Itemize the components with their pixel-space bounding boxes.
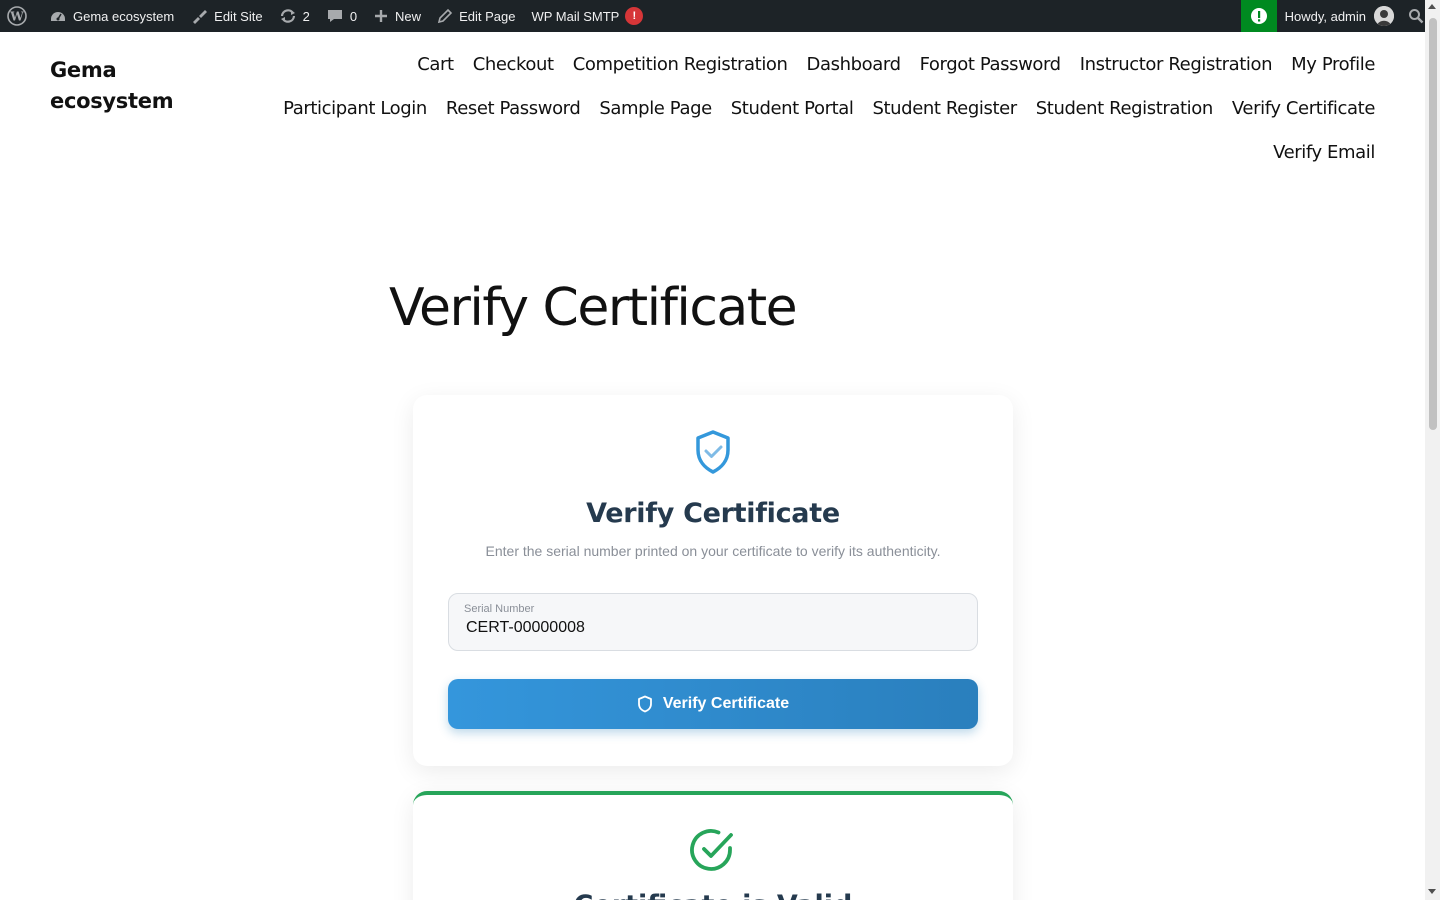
site-title[interactable]: Gema ecosystem [50, 55, 190, 117]
smtp-alert-badge: ! [625, 7, 644, 25]
page-scrollbar[interactable] [1425, 0, 1440, 900]
edit-site-link[interactable]: Edit Site [182, 0, 270, 32]
nav-item-instructor-registration[interactable]: Instructor Registration [1080, 48, 1273, 92]
brush-icon [193, 10, 208, 24]
new-content-link[interactable]: New [365, 0, 429, 32]
serial-number-field[interactable]: Serial Number [448, 593, 978, 651]
nav-item-student-registration[interactable]: Student Registration [1036, 92, 1214, 136]
nav-item-dashboard[interactable]: Dashboard [807, 48, 901, 92]
updates-link[interactable]: 2 [271, 0, 318, 32]
edit-page-link[interactable]: Edit Page [429, 0, 523, 32]
nav-item-checkout[interactable]: Checkout [473, 48, 554, 92]
serial-number-input[interactable] [466, 619, 956, 637]
scrollbar-thumb[interactable] [1429, 18, 1437, 430]
nav-item-reset-password[interactable]: Reset Password [446, 92, 581, 136]
card-subtitle: Enter the serial number printed on your … [485, 543, 941, 559]
new-label: New [395, 8, 422, 24]
nav-item-student-portal[interactable]: Student Portal [731, 92, 854, 136]
edit-site-label: Edit Site [214, 8, 263, 24]
nav-item-verify-email[interactable]: Verify Email [1273, 136, 1375, 180]
verify-certificate-card: Verify Certificate Enter the serial numb… [413, 395, 1013, 766]
admin-bar: W Gema ecosystem Edit Site 2 0 New Edit … [0, 0, 1440, 32]
nav-item-student-register[interactable]: Student Register [872, 92, 1017, 136]
shield-check-icon [696, 430, 730, 474]
pencil-icon [437, 8, 453, 24]
updates-count: 2 [302, 8, 310, 24]
nav-item-participant-login[interactable]: Participant Login [283, 92, 427, 136]
scroll-up-icon[interactable] [1428, 4, 1436, 9]
comments-count: 0 [349, 8, 358, 24]
wordpress-logo-icon[interactable]: W [0, 0, 41, 32]
serial-number-label: Serial Number [464, 603, 535, 615]
site-name-label: Gema ecosystem [73, 8, 175, 24]
nav-item-cart[interactable]: Cart [417, 48, 454, 92]
edit-page-label: Edit Page [459, 8, 516, 24]
primary-navigation: Cart Checkout Competition Registration Dash… [255, 48, 1375, 180]
plus-icon [375, 10, 388, 22]
my-account-menu[interactable]: Howdy, admin [1277, 0, 1402, 32]
nav-item-my-profile[interactable]: My Profile [1291, 48, 1375, 92]
dashboard-icon [51, 12, 65, 21]
wp-mail-smtp-link[interactable]: WP Mail SMTP ! [523, 0, 651, 32]
nav-item-competition-registration[interactable]: Competition Registration [573, 48, 788, 92]
result-title: Certificate is Valid [413, 890, 1013, 900]
updates-icon [280, 9, 295, 23]
comment-icon [327, 10, 342, 22]
check-circle-icon [690, 829, 733, 871]
svg-text:W: W [9, 10, 24, 24]
site-name-menu[interactable]: Gema ecosystem [41, 0, 182, 32]
verify-certificate-button[interactable]: Verify Certificate [448, 679, 978, 729]
nav-item-sample-page[interactable]: Sample Page [599, 92, 712, 136]
nav-item-verify-certificate[interactable]: Verify Certificate [1232, 92, 1375, 136]
security-alert-icon[interactable] [1240, 0, 1277, 32]
comments-link[interactable]: 0 [318, 0, 365, 32]
nav-item-forgot-password[interactable]: Forgot Password [920, 48, 1062, 92]
shield-icon [637, 695, 652, 713]
smtp-label: WP Mail SMTP [531, 8, 620, 24]
verification-result-card: Certificate is Valid [413, 791, 1013, 900]
verify-button-label: Verify Certificate [662, 695, 790, 712]
avatar [1374, 6, 1394, 26]
scroll-down-icon[interactable] [1428, 889, 1436, 894]
page-title: Verify Certificate [389, 278, 798, 338]
howdy-label: Howdy, admin [1284, 8, 1366, 24]
card-title: Verify Certificate [586, 498, 840, 529]
